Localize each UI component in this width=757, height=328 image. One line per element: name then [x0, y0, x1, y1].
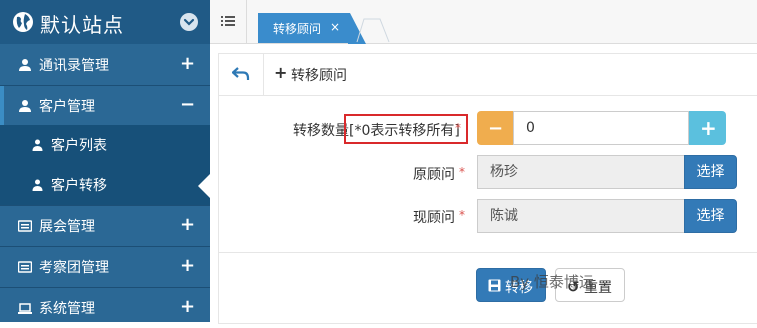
laptop-icon: [18, 303, 32, 314]
list-card-icon: [18, 261, 32, 273]
transfer-count-input[interactable]: 0: [513, 111, 689, 145]
original-advisor-field[interactable]: 杨珍: [477, 155, 685, 189]
minus-icon: −: [488, 118, 504, 139]
plus-icon: +: [700, 116, 717, 140]
decrement-button[interactable]: −: [477, 111, 513, 145]
brand-header: 默认站点: [0, 0, 210, 44]
sidebar-subitem-label: 客户列表: [51, 138, 107, 154]
sidebar-subitem-customer-list[interactable]: 客户列表: [0, 125, 210, 165]
user-icon: [19, 59, 31, 71]
tab-label: 转移顾问: [273, 22, 322, 36]
divider: [218, 252, 757, 253]
sidebar-item-label: 系统管理: [39, 301, 95, 317]
sidebar-subitem-label: 客户转移: [51, 178, 107, 194]
sidebar-item-contacts[interactable]: 通讯录管理 +: [0, 45, 210, 85]
page-title: 转移顾问: [291, 68, 347, 84]
user-icon: [32, 179, 43, 191]
chevron-down-icon: [183, 18, 195, 26]
required-marker: *: [455, 121, 461, 135]
expand-icon: +: [180, 296, 196, 317]
sidebar-item-label: 客户管理: [39, 99, 95, 115]
menu-toggle-button[interactable]: [210, 0, 247, 43]
count-label: 转移数量: [293, 123, 349, 139]
expand-icon: +: [180, 214, 196, 235]
collapse-icon: −: [180, 94, 196, 115]
sidebar-collapse-toggle[interactable]: [180, 13, 198, 31]
sidebar-item-label: 考察团管理: [39, 260, 109, 276]
divider: [263, 53, 264, 95]
sidebar-item-delegations[interactable]: 考察团管理 +: [0, 246, 210, 287]
tab-transfer-advisor[interactable]: 转移顾问 ×: [258, 13, 348, 43]
sidebar: 默认站点 通讯录管理 + 客户管理 − 客户列表 客户转移 展会管理 + 考察团…: [0, 0, 210, 322]
save-icon: [488, 279, 501, 292]
back-arrow-icon[interactable]: [232, 66, 250, 82]
expand-icon: +: [180, 53, 196, 74]
list-card-icon: [18, 220, 32, 232]
sidebar-item-label: 展会管理: [39, 219, 95, 235]
list-icon: [221, 16, 235, 26]
sidebar-subitem-customer-transfer[interactable]: 客户转移: [0, 165, 210, 205]
user-icon: [19, 100, 31, 112]
count-hint: [*0表示转移所有]: [349, 123, 460, 139]
expand-icon: +: [180, 255, 196, 276]
new-tab-placeholder[interactable]: [356, 18, 390, 43]
watermark-text: By 恒泰博远: [510, 273, 594, 291]
new-advisor-field[interactable]: 陈诚: [477, 199, 685, 233]
required-marker: *: [459, 165, 465, 179]
active-item-caret: [198, 174, 210, 198]
sidebar-item-exhibitions[interactable]: 展会管理 +: [0, 205, 210, 246]
increment-button[interactable]: +: [689, 111, 726, 145]
sidebar-item-label: 通讯录管理: [39, 58, 109, 74]
new-advisor-label: 现顾问: [413, 210, 455, 226]
globe-icon: [13, 12, 33, 32]
select-new-button[interactable]: 选择: [684, 199, 737, 233]
brand-title: 默认站点: [40, 13, 124, 37]
original-advisor-label: 原顾问: [413, 167, 455, 183]
plus-icon: +: [274, 63, 288, 82]
user-icon: [32, 139, 43, 151]
page-header: + 转移顾问: [218, 53, 757, 96]
required-marker: *: [459, 208, 465, 222]
close-icon[interactable]: ×: [330, 20, 340, 34]
sidebar-item-customers[interactable]: 客户管理 −: [0, 85, 210, 126]
select-original-button[interactable]: 选择: [684, 155, 737, 189]
